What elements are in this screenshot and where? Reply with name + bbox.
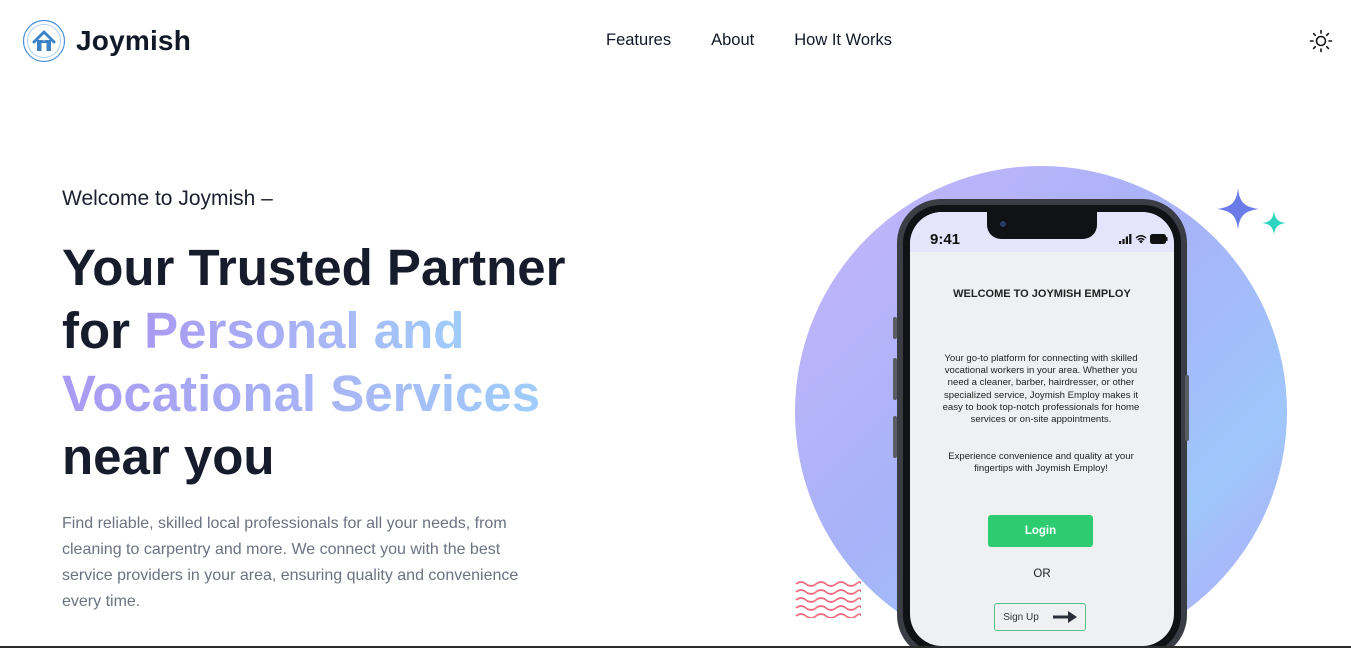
phone-bezel: 9:41 WELCOME TO JOYMISH EMPLOY Your go-t… (893, 205, 1189, 648)
hero-welcome: Welcome to Joymish – (62, 187, 273, 210)
phone-status-icons (1119, 234, 1168, 244)
headline-for: for (62, 302, 145, 359)
app-description: Your go-to platform for connecting with … (942, 353, 1140, 426)
phone-status-bar: 9:41 (910, 212, 1174, 252)
brand-name: Joymish (76, 25, 191, 56)
sun-icon[interactable] (1309, 29, 1333, 53)
phone-volume-up-button (893, 358, 897, 400)
phone-mockup: 9:41 WELCOME TO JOYMISH EMPLOY Your go-t… (893, 199, 1189, 648)
house-logo-icon (22, 19, 66, 63)
decorative-waves-icon (795, 581, 861, 618)
camera-icon (1000, 221, 1006, 227)
app-welcome-title: WELCOME TO JOYMISH EMPLOY (953, 288, 1131, 300)
battery-icon (1150, 234, 1168, 244)
login-button[interactable]: Login (988, 515, 1093, 547)
nav-link-about[interactable]: About (711, 31, 754, 50)
app-tagline: Experience convenience and quality at yo… (948, 451, 1134, 475)
wifi-icon (1135, 235, 1147, 244)
headline-highlight-2: Vocational Services (62, 365, 541, 422)
brand-logo-link[interactable]: Joymish (22, 19, 191, 63)
headline-line-4: near you (62, 428, 275, 485)
phone-side-button (893, 317, 897, 339)
phone-time: 9:41 (930, 231, 961, 248)
sparkle-icon-small (1262, 211, 1286, 235)
hero-headline: Your Trusted Partner for Personal and Vo… (62, 236, 622, 488)
phone-power-button (1185, 375, 1189, 441)
main-nav: Features About How It Works (606, 31, 892, 50)
nav-link-how-it-works[interactable]: How It Works (794, 31, 892, 50)
nav-link-features[interactable]: Features (606, 31, 671, 50)
phone-screen: 9:41 WELCOME TO JOYMISH EMPLOY Your go-t… (910, 212, 1174, 646)
signal-icon (1119, 234, 1132, 244)
phone-notch (987, 212, 1097, 239)
arrow-right-icon (1052, 611, 1077, 623)
headline-line-1: Your Trusted Partner (62, 239, 566, 296)
phone-volume-down-button (893, 416, 897, 458)
or-divider: OR (1033, 568, 1051, 580)
sparkle-icon (1217, 188, 1259, 230)
sign-up-button[interactable]: Sign Up (994, 603, 1086, 631)
hero-description: Find reliable, skilled local professiona… (62, 515, 519, 610)
site-header: Joymish Features About How It Works (0, 0, 1351, 82)
sign-up-label: Sign Up (1003, 611, 1039, 623)
headline-highlight-1: Personal and (144, 302, 465, 359)
